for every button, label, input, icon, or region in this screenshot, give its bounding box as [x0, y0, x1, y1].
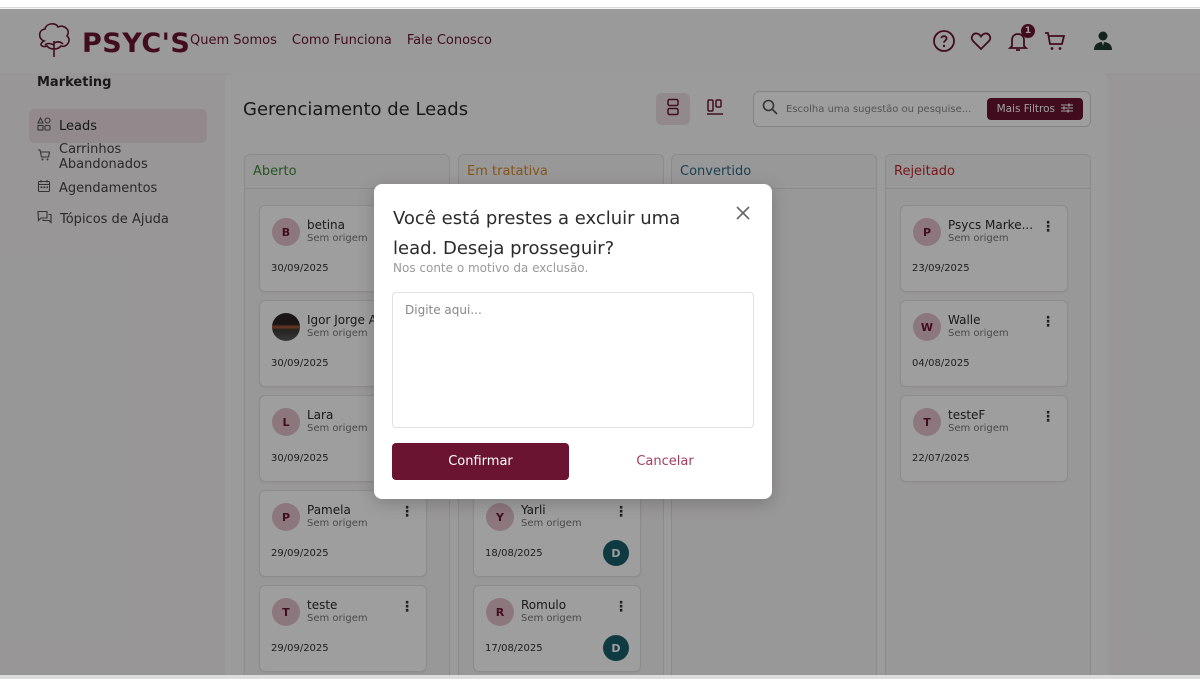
close-icon[interactable]	[734, 204, 752, 222]
window-bottom-edge	[0, 675, 1200, 679]
dialog-title: Você está prestes a excluir uma lead. De…	[393, 208, 681, 259]
delete-lead-dialog: Você está prestes a excluir uma lead. De…	[374, 184, 772, 499]
page: PSYC'S Quem Somos Como Funciona Fale Con…	[0, 0, 1200, 679]
browser-edge	[0, 0, 1200, 8]
reason-textarea[interactable]	[392, 292, 754, 428]
dialog-subtitle: Nos conte o motivo da exclusão.	[393, 261, 589, 275]
cancel-button[interactable]: Cancelar	[594, 443, 736, 480]
confirm-button[interactable]: Confirmar	[392, 443, 569, 480]
